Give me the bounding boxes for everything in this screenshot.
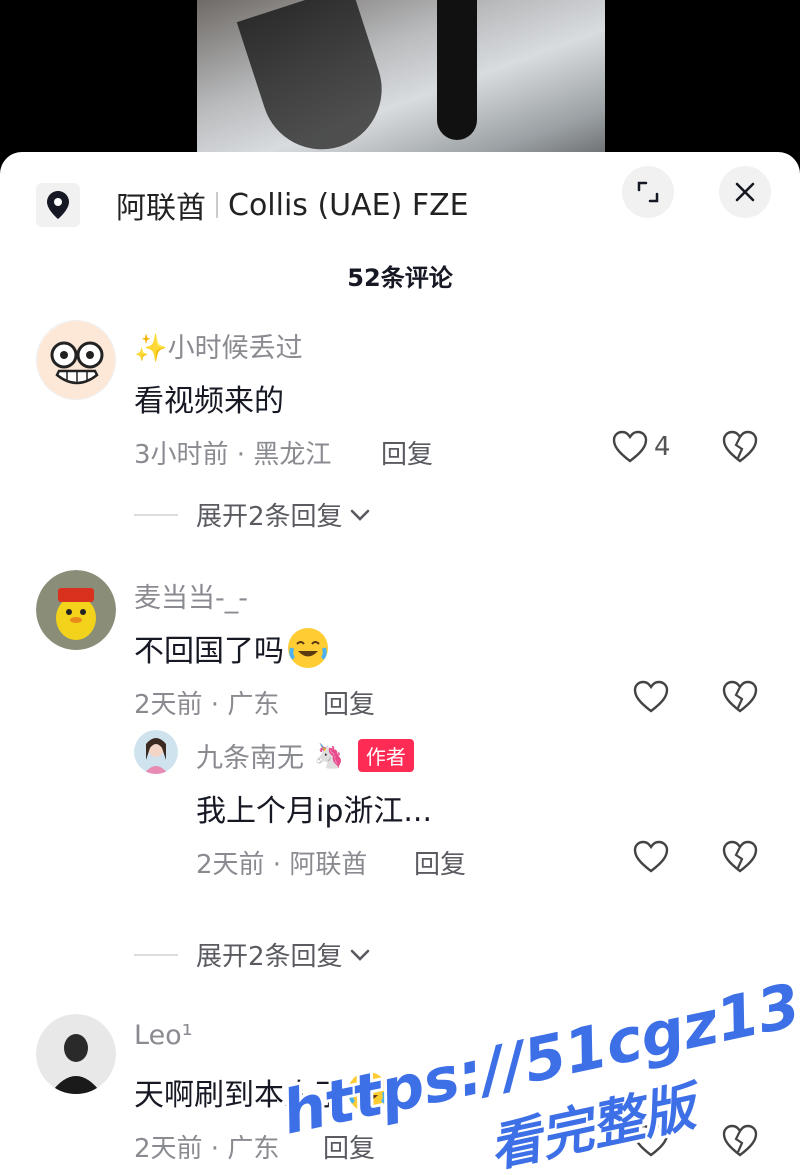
like-button[interactable]: [633, 840, 669, 874]
comment-text: 看视频来的: [134, 384, 284, 419]
reply-button[interactable]: 回复: [323, 1128, 375, 1165]
video-figure-detail: [437, 0, 477, 140]
comment-username[interactable]: 麦当当-_-: [134, 576, 248, 615]
location-country: 阿联酋: [116, 191, 206, 226]
heart-icon: [633, 1124, 669, 1157]
dislike-button[interactable]: [722, 680, 758, 718]
reply-meta: 2天前 · 阿联酋: [196, 850, 368, 880]
comment-item: 麦当当-_- 不回国了吗 2天前 · 广东 回复 九条南无 🦄 作者 我上个月i…: [0, 570, 800, 980]
broken-heart-icon: [722, 430, 758, 463]
broken-heart-icon: [722, 840, 758, 873]
reply-username[interactable]: 九条南无: [196, 736, 304, 775]
comment-text: 不回国了吗: [134, 626, 328, 670]
location-divider: [216, 192, 218, 218]
comment-sheet: 阿联酋 Collis (UAE) FZE 52条评论 ✨小时候丢过 看视频来的 …: [0, 152, 800, 1175]
chevron-down-icon: [350, 949, 369, 961]
expand-replies[interactable]: 展开2条回复: [134, 936, 371, 973]
comment-meta: 3小时前 · 黑龙江: [134, 440, 332, 470]
comment-meta: 2天前 · 广东: [134, 1134, 280, 1164]
dislike-button[interactable]: [722, 1124, 758, 1162]
expand-replies-label: 展开2条回复: [196, 942, 343, 972]
reply-button[interactable]: 回复: [381, 434, 433, 471]
unicorn-icon: 🦄: [314, 741, 344, 770]
laughing-crying-emoji-icon: [288, 628, 328, 668]
reply-button[interactable]: 回复: [414, 844, 466, 881]
comment-username[interactable]: Leo¹: [134, 1020, 193, 1051]
reply-button[interactable]: 回复: [323, 684, 375, 721]
video-frame: [197, 0, 605, 175]
expand-replies[interactable]: 展开2条回复: [134, 496, 371, 533]
video-player[interactable]: [0, 0, 800, 175]
dislike-button[interactable]: [722, 430, 758, 468]
heart-icon: [612, 430, 648, 463]
comment-item: Leo¹ 天啊刷到本人了 2天前 · 广东 回复: [0, 1014, 800, 1175]
expand-icon: [637, 181, 659, 203]
broken-heart-icon: [722, 1124, 758, 1157]
location-bar[interactable]: 阿联酋 Collis (UAE) FZE: [36, 182, 469, 228]
heart-icon: [633, 840, 669, 873]
laughing-crying-emoji-icon: [348, 1072, 388, 1112]
divider-line: [134, 953, 178, 956]
location-place: Collis (UAE) FZE: [228, 187, 469, 223]
heart-icon: [633, 680, 669, 713]
comment-text-content: 不回国了吗: [134, 634, 284, 669]
avatar[interactable]: [36, 320, 116, 400]
video-figure: [236, 0, 398, 165]
location-text: 阿联酋 Collis (UAE) FZE: [116, 183, 469, 227]
expand-button[interactable]: [622, 166, 674, 218]
comment-text: 天啊刷到本人了: [134, 1070, 388, 1114]
comment-username[interactable]: ✨小时候丢过: [134, 326, 303, 365]
location-pin-icon: [36, 183, 80, 227]
broken-heart-icon: [722, 680, 758, 713]
comment-item: ✨小时候丢过 看视频来的 3小时前 · 黑龙江 回复 4 展开2条回复: [0, 320, 800, 550]
author-badge: 作者: [357, 739, 414, 772]
like-count: 4: [654, 432, 671, 462]
reply-text: 我上个月ip浙江...: [196, 794, 432, 829]
comment-text-content: 天啊刷到本人了: [134, 1078, 344, 1113]
close-button[interactable]: [719, 166, 771, 218]
reply-username-row: 九条南无 🦄 作者: [196, 736, 414, 775]
comment-meta: 2天前 · 广东: [134, 690, 280, 720]
expand-replies-label: 展开2条回复: [196, 502, 343, 532]
like-button[interactable]: [633, 680, 669, 714]
comment-count: 52条评论: [347, 264, 453, 292]
avatar[interactable]: [36, 1014, 116, 1094]
like-button[interactable]: 4: [612, 430, 671, 464]
reply-avatar[interactable]: [134, 730, 178, 774]
divider-line: [134, 513, 178, 516]
close-icon: [735, 182, 755, 202]
like-button[interactable]: [633, 1124, 669, 1158]
chevron-down-icon: [350, 509, 369, 521]
dislike-button[interactable]: [722, 840, 758, 878]
avatar[interactable]: [36, 570, 116, 650]
